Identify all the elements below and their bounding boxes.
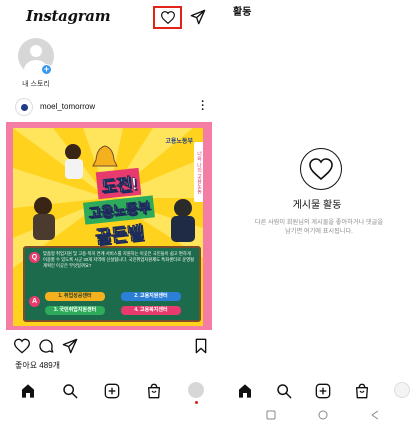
title-line-3: 골든벨	[94, 222, 145, 248]
shop-icon[interactable]	[146, 383, 162, 399]
poster: 고용노동부 너와 나의 고용노동 도전! 고용노동부 골든벨 Q 맞춤형 취업지…	[13, 128, 203, 326]
instagram-feed-screen: Instagram + 내 스토리 moel_tomorrow · · · 고용…	[0, 0, 217, 431]
activity-heart-button[interactable]	[153, 6, 182, 29]
bottom-nav	[0, 378, 217, 406]
direct-message-icon[interactable]	[190, 9, 206, 25]
feed-header: Instagram	[0, 0, 217, 34]
quiz-board: Q 맞춤형 취업지원 및 고용·복지 연계 서비스를 지원하는 이곳은 국민들이…	[23, 246, 201, 322]
page-title: 활동	[233, 7, 252, 18]
story-label: 내 스토리	[22, 81, 50, 88]
likes-count[interactable]: 좋아요 489개	[15, 360, 60, 371]
instagram-logo: Instagram	[26, 7, 111, 25]
search-icon[interactable]	[276, 383, 292, 399]
empty-state-circle	[300, 148, 342, 190]
notification-dot	[195, 401, 198, 404]
new-post-icon[interactable]	[104, 383, 120, 399]
option-3: 3. 국민취업지원센터	[45, 306, 105, 315]
option-4: 4. 고용복지센터	[121, 306, 181, 315]
like-heart-icon[interactable]	[14, 338, 30, 354]
title-line-1: 도전!	[95, 167, 143, 200]
post-header: moel_tomorrow · · ·	[0, 96, 217, 118]
side-tab-label: 너와 나의 고용노동	[194, 142, 203, 202]
empty-state-description: 다른 사람이 회원님의 게시물을 좋아하거나 댓글을 남기면 여기에 표시됩니다…	[254, 219, 384, 235]
recent-apps-icon[interactable]	[265, 409, 277, 421]
comment-icon[interactable]	[38, 338, 54, 354]
system-navigation-bar	[217, 402, 417, 431]
post-author-avatar[interactable]	[15, 98, 33, 116]
post-image[interactable]: 고용노동부 너와 나의 고용노동 도전! 고용노동부 골든벨 Q 맞춤형 취업지…	[6, 122, 212, 330]
option-1: 1. 취업성공센터	[45, 292, 105, 301]
answer-badge: A	[29, 296, 40, 307]
heart-icon	[309, 158, 333, 180]
question-text: 맞춤형 취업지원 및 고용·복지 연계 서비스를 지원하는 이곳은 국민들이 쉽…	[43, 251, 195, 269]
back-button-icon[interactable]	[369, 409, 381, 421]
new-post-icon[interactable]	[315, 383, 331, 399]
activity-screen: 활동 게시물 활동 다른 사람이 회원님의 게시물을 좋아하거나 댓글을 남기면…	[217, 0, 417, 431]
more-options-icon[interactable]: · · ·	[200, 97, 206, 116]
my-story[interactable]: + 내 스토리	[15, 38, 57, 89]
question-badge: Q	[29, 252, 40, 263]
post-actions	[0, 336, 217, 356]
heart-icon	[160, 11, 175, 24]
search-icon[interactable]	[62, 383, 78, 399]
profile-avatar[interactable]	[394, 382, 410, 398]
add-story-plus-icon[interactable]: +	[41, 64, 52, 75]
profile-avatar[interactable]	[188, 382, 204, 398]
option-2: 2. 고용지원센터	[121, 292, 181, 301]
post-username[interactable]: moel_tomorrow	[40, 102, 95, 111]
agency-logo: 고용노동부	[165, 139, 193, 145]
empty-state-title: 게시물 활동	[292, 200, 342, 211]
poster-title: 도전! 고용노동부 골든벨	[59, 167, 179, 248]
bookmark-icon[interactable]	[193, 338, 209, 354]
home-icon[interactable]	[20, 383, 36, 399]
share-icon[interactable]	[62, 338, 78, 354]
home-icon[interactable]	[237, 383, 253, 399]
home-button-icon[interactable]	[317, 409, 329, 421]
shop-icon[interactable]	[354, 383, 370, 399]
